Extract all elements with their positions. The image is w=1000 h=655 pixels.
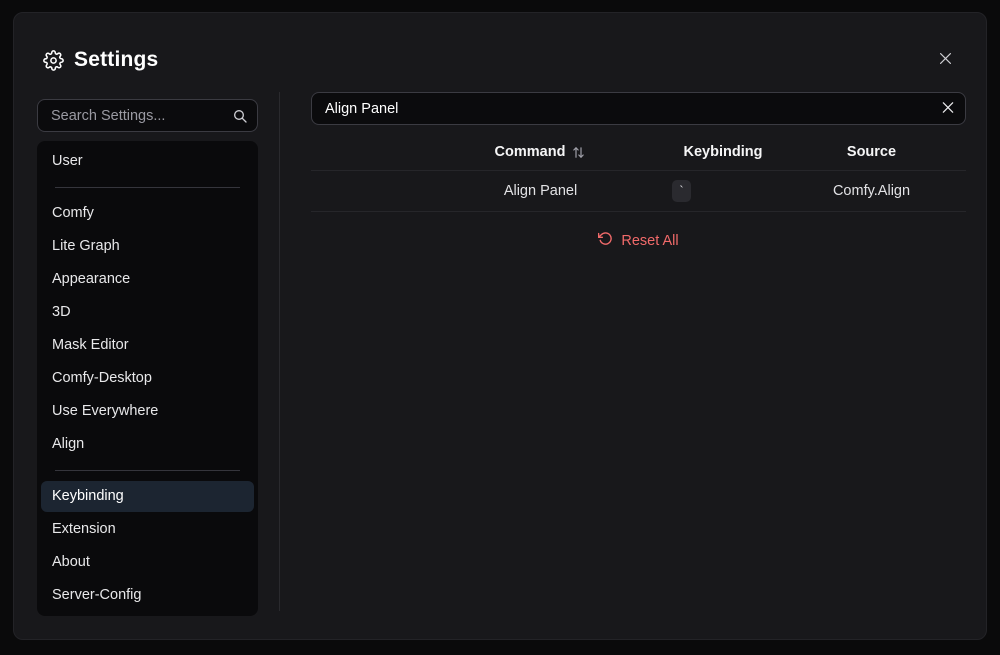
keybinding-search-input[interactable] xyxy=(311,92,966,125)
gear-icon xyxy=(43,50,64,71)
sidebar-item-comfy-desktop[interactable]: Comfy-Desktop xyxy=(41,363,254,394)
dialog-title-wrap: Settings xyxy=(43,48,158,72)
column-header-keybinding-label: Keybinding xyxy=(684,144,763,160)
sidebar-item-align[interactable]: Align xyxy=(41,429,254,460)
sidebar-item-keybinding[interactable]: Keybinding xyxy=(41,481,254,512)
reset-all-label: Reset All xyxy=(621,233,678,249)
keybinding-cell: ` xyxy=(669,180,777,202)
column-header-source-label: Source xyxy=(847,144,896,160)
sidebar-item-mask-editor[interactable]: Mask Editor xyxy=(41,330,254,361)
table-header-row: Command Keybinding Source xyxy=(311,134,966,171)
reset-all-button[interactable]: Reset All xyxy=(588,225,688,256)
column-header-source: Source xyxy=(777,144,966,160)
reset-icon xyxy=(598,231,613,250)
clear-icon xyxy=(940,99,956,118)
column-header-command[interactable]: Command xyxy=(412,144,669,160)
settings-dialog: Settings User Comfy xyxy=(13,12,987,640)
sidebar-item-3d[interactable]: 3D xyxy=(41,297,254,328)
settings-sidebar: User Comfy Lite Graph Appearance 3D Mask… xyxy=(37,92,258,611)
dialog-body: User Comfy Lite Graph Appearance 3D Mask… xyxy=(14,92,986,639)
column-header-command-label: Command xyxy=(495,144,566,160)
sidebar-item-use-everywhere[interactable]: Use Everywhere xyxy=(41,396,254,427)
page-title: Settings xyxy=(74,48,158,72)
sidebar-item-comfy[interactable]: Comfy xyxy=(41,198,254,229)
clear-search-button[interactable] xyxy=(940,99,956,118)
sidebar-item-appearance[interactable]: Appearance xyxy=(41,264,254,295)
sidebar-search-wrap xyxy=(37,99,258,132)
close-button[interactable] xyxy=(933,46,958,74)
dialog-header: Settings xyxy=(14,13,986,92)
keybinding-panel: Command Keybinding Source xyxy=(280,92,966,611)
sidebar-item-about[interactable]: About xyxy=(41,547,254,578)
search-icon xyxy=(232,108,248,124)
sidebar-item-server-config[interactable]: Server-Config xyxy=(41,580,254,611)
command-cell: Align Panel xyxy=(412,183,669,199)
keycap-badge: ` xyxy=(672,180,691,202)
search-settings-input[interactable] xyxy=(37,99,258,132)
table-row[interactable]: Align Panel ` Comfy.Align xyxy=(311,171,966,212)
keybinding-search-wrap xyxy=(311,92,966,125)
source-cell: Comfy.Align xyxy=(777,183,966,199)
sidebar-item-extension[interactable]: Extension xyxy=(41,514,254,545)
sidebar-item-lite-graph[interactable]: Lite Graph xyxy=(41,231,254,262)
sort-icon xyxy=(571,145,586,160)
settings-category-list: User Comfy Lite Graph Appearance 3D Mask… xyxy=(37,141,258,616)
sidebar-item-user[interactable]: User xyxy=(41,146,254,177)
close-icon xyxy=(937,50,954,70)
sidebar-divider xyxy=(55,470,240,471)
sidebar-divider xyxy=(55,187,240,188)
column-header-keybinding: Keybinding xyxy=(669,144,777,160)
